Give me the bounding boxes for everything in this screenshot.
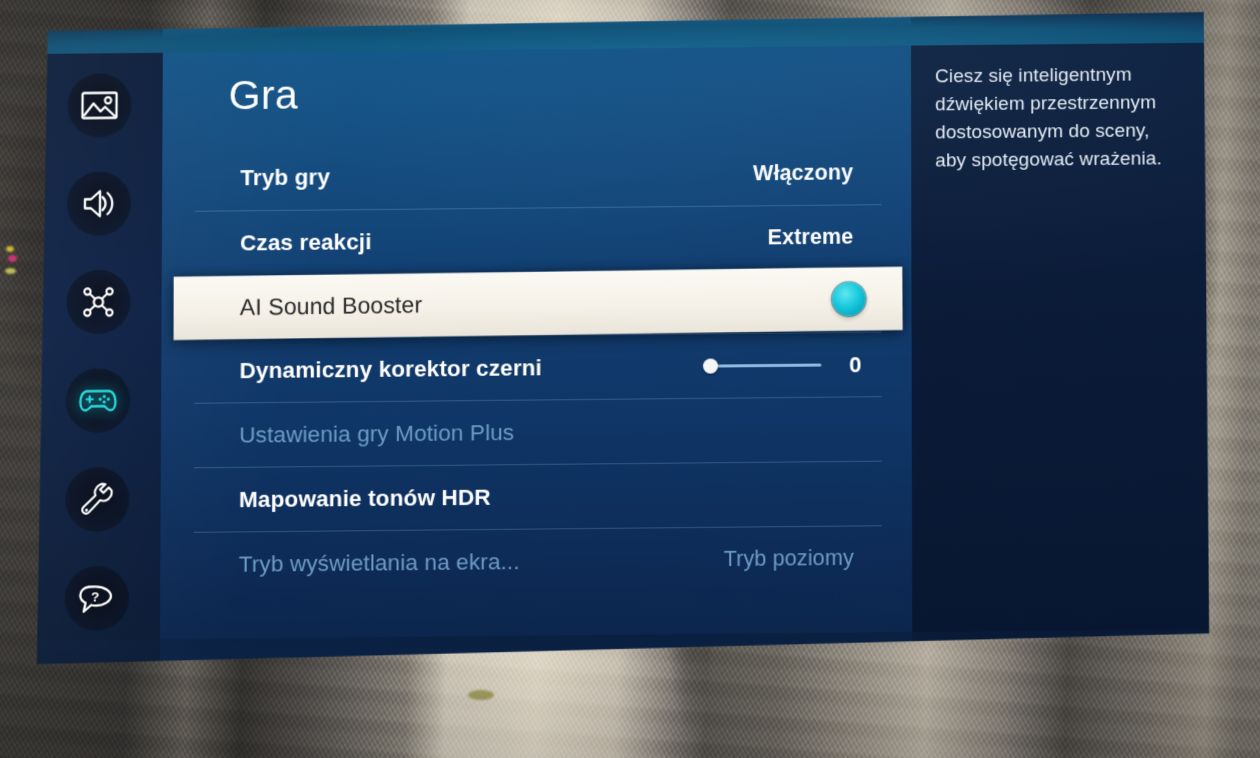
setting-value: Tryb poziomy (723, 545, 854, 572)
svg-text:?: ? (90, 589, 98, 604)
ai-sound-booster-toggle[interactable] (832, 282, 865, 316)
slider-value: 0 (849, 351, 862, 377)
sidebar-nav: ? (32, 21, 163, 671)
setting-label: Ustawienia gry Motion Plus (239, 419, 515, 448)
slider-track (709, 364, 821, 368)
black-equalizer-slider[interactable] (703, 355, 821, 376)
setting-label: Czas reakcji (240, 228, 372, 256)
setting-row-dynamic-black-equalizer[interactable]: Dynamiczny korektor czerni 0 (194, 332, 881, 403)
setting-label: Dynamiczny korektor czerni (239, 354, 542, 383)
network-icon (80, 285, 116, 320)
sound-icon (80, 187, 116, 219)
setting-row-response-time[interactable]: Czas reakcji Extreme (195, 204, 882, 275)
setting-label: Tryb wyświetlania na ekra... (238, 548, 520, 577)
settings-panel: Gra Tryb gry Włączony Czas reakcji Extre… (160, 14, 912, 670)
setting-value: Extreme (767, 224, 854, 250)
sidebar-item-support[interactable]: ? (64, 566, 129, 631)
setting-row-hdr-tone-mapping[interactable]: Mapowanie tonów HDR (194, 461, 882, 532)
settings-list: Tryb gry Włączony Czas reakcji Extreme A… (193, 140, 882, 596)
sidebar-item-game[interactable] (65, 368, 130, 433)
setting-row-game-mode[interactable]: Tryb gry Włączony (195, 140, 881, 211)
sidebar-item-picture[interactable] (67, 73, 131, 138)
sidebar-item-network[interactable] (66, 270, 131, 335)
sidebar-item-sound[interactable] (66, 171, 130, 236)
slider-control[interactable]: 0 (703, 352, 862, 380)
wrench-icon (79, 482, 115, 517)
setting-label: Tryb gry (240, 164, 331, 191)
help-panel: Ciesz się inteligentnym dźwiękiem przest… (911, 11, 1214, 663)
page-title: Gra (228, 71, 299, 119)
settings-menu: ? Gra Tryb gry Włączony Czas reakcji Ext… (32, 11, 1214, 671)
setting-label: AI Sound Booster (239, 291, 423, 321)
sidebar-item-general[interactable] (65, 467, 130, 532)
picture-icon (80, 90, 118, 120)
setting-label: Mapowanie tonów HDR (238, 484, 491, 512)
help-icon: ? (77, 582, 115, 615)
setting-row-motion-plus: Ustawienia gry Motion Plus (194, 396, 882, 467)
setting-row-screen-display-mode: Tryb wyświetlania na ekra... Tryb poziom… (193, 525, 882, 596)
help-description: Ciesz się inteligentnym dźwiękiem przest… (935, 64, 1162, 172)
slider-knob[interactable] (703, 358, 718, 373)
tv-menu-overlay: ? Gra Tryb gry Włączony Czas reakcji Ext… (0, 0, 1260, 758)
setting-value: Włączony (753, 159, 854, 185)
setting-row-ai-sound-booster[interactable]: AI Sound Booster (174, 267, 903, 341)
gamepad-icon (77, 385, 117, 416)
